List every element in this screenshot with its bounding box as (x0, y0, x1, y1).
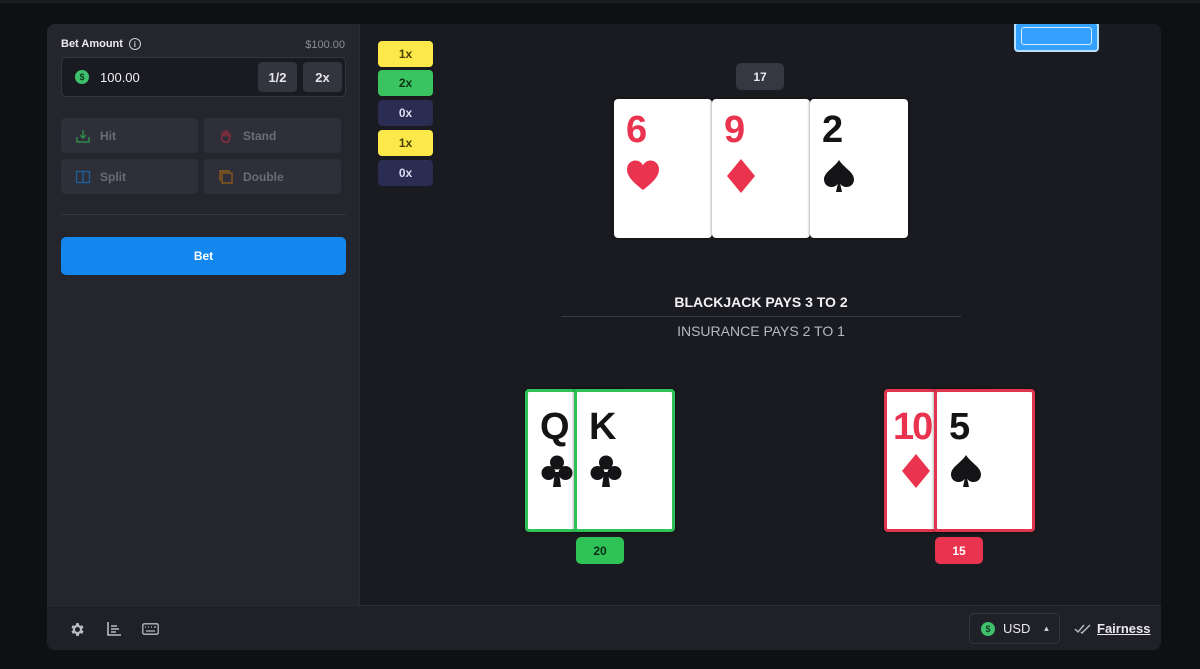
footer-bar: $ USD ▲ Fairness (47, 605, 1161, 650)
fairness-label: Fairness (1097, 621, 1151, 636)
double-icon (218, 169, 234, 185)
stand-hand-icon (218, 128, 234, 144)
club-suit-icon (541, 455, 573, 487)
card-rank: 10 (893, 406, 933, 448)
half-bet-button[interactable]: 1/2 (258, 62, 297, 92)
caret-up-icon: ▲ (1042, 624, 1051, 633)
card-rank: 2 (822, 109, 844, 151)
card-rank: K (589, 406, 617, 448)
dollar-coin-icon: $ (981, 621, 995, 636)
game-board: 1x 2x 0x 1x 0x 17 6 9 2 BLACKJACK PAYS 3… (361, 24, 1161, 605)
insurance-payout-text: INSURANCE PAYS 2 TO 1 (677, 323, 845, 339)
keyboard-icon[interactable] (141, 620, 159, 638)
bet-sidebar: Bet Amount i $100.00 $ 100.00 1/2 2x Hit… (47, 24, 360, 605)
settings-gear-icon[interactable] (68, 620, 86, 638)
sidebar-divider (61, 214, 346, 215)
payout-divider (561, 316, 961, 317)
player-hand-score: 20 (576, 537, 624, 564)
dealer-card: 9 (712, 99, 810, 238)
card-rank: Q (540, 406, 570, 448)
split-label: Split (100, 169, 126, 184)
double-down-label: Double (243, 169, 284, 184)
dealer-score: 17 (736, 63, 784, 90)
heart-suit-icon (627, 160, 659, 190)
player-hand-score: 15 (935, 537, 983, 564)
fairness-link[interactable]: Fairness (1074, 621, 1150, 636)
hit-icon (75, 128, 91, 144)
card-rank: 5 (949, 406, 971, 448)
multiplier-badge: 2x (378, 70, 433, 96)
deck-card-back (1014, 24, 1099, 52)
currency-label: USD (1003, 621, 1031, 636)
blackjack-payout-text: BLACKJACK PAYS 3 TO 2 (674, 294, 848, 310)
spade-suit-icon (951, 455, 981, 487)
stand-label: Stand (243, 128, 277, 143)
double-down-button[interactable]: Double (204, 159, 341, 194)
bet-amount-label-row: Bet Amount i (61, 38, 141, 50)
currency-selector[interactable]: $ USD ▲ (969, 613, 1060, 644)
bet-amount-label: Bet Amount (61, 38, 123, 50)
fairness-check-icon (1074, 624, 1091, 634)
multiplier-badge: 0x (378, 160, 433, 186)
dealer-card: 2 (810, 99, 908, 238)
stats-chart-icon[interactable] (105, 620, 123, 638)
multiplier-badge: 1x (378, 130, 433, 156)
diamond-suit-icon (727, 159, 755, 193)
club-suit-icon (590, 455, 622, 487)
hit-label: Hit (100, 128, 116, 143)
stand-button[interactable]: Stand (204, 118, 341, 153)
hit-button[interactable]: Hit (61, 118, 198, 153)
multiplier-badge: 1x (378, 41, 433, 67)
bet-amount-input[interactable]: $ 100.00 1/2 2x (61, 57, 346, 97)
split-button[interactable]: Split (61, 159, 198, 194)
balance-display: $100.00 (305, 39, 345, 51)
card-rank: 6 (626, 109, 648, 151)
spade-suit-icon (824, 160, 854, 192)
dollar-coin-icon: $ (75, 70, 89, 84)
player-card: K (574, 389, 675, 532)
player-card: 5 (934, 389, 1035, 532)
dealer-card: 6 (614, 99, 712, 238)
browser-top-line (0, 0, 1200, 3)
double-bet-button[interactable]: 2x (303, 62, 342, 92)
multiplier-badge: 0x (378, 100, 433, 126)
info-icon[interactable]: i (128, 38, 141, 50)
blackjack-app: Bet Amount i $100.00 $ 100.00 1/2 2x Hit… (47, 24, 1161, 650)
bet-button[interactable]: Bet (61, 237, 346, 275)
card-rank: 9 (724, 109, 746, 151)
diamond-suit-icon (902, 454, 930, 488)
split-icon (75, 169, 91, 185)
bet-amount-value[interactable]: 100.00 (100, 70, 140, 85)
card-deck (1014, 24, 1099, 56)
